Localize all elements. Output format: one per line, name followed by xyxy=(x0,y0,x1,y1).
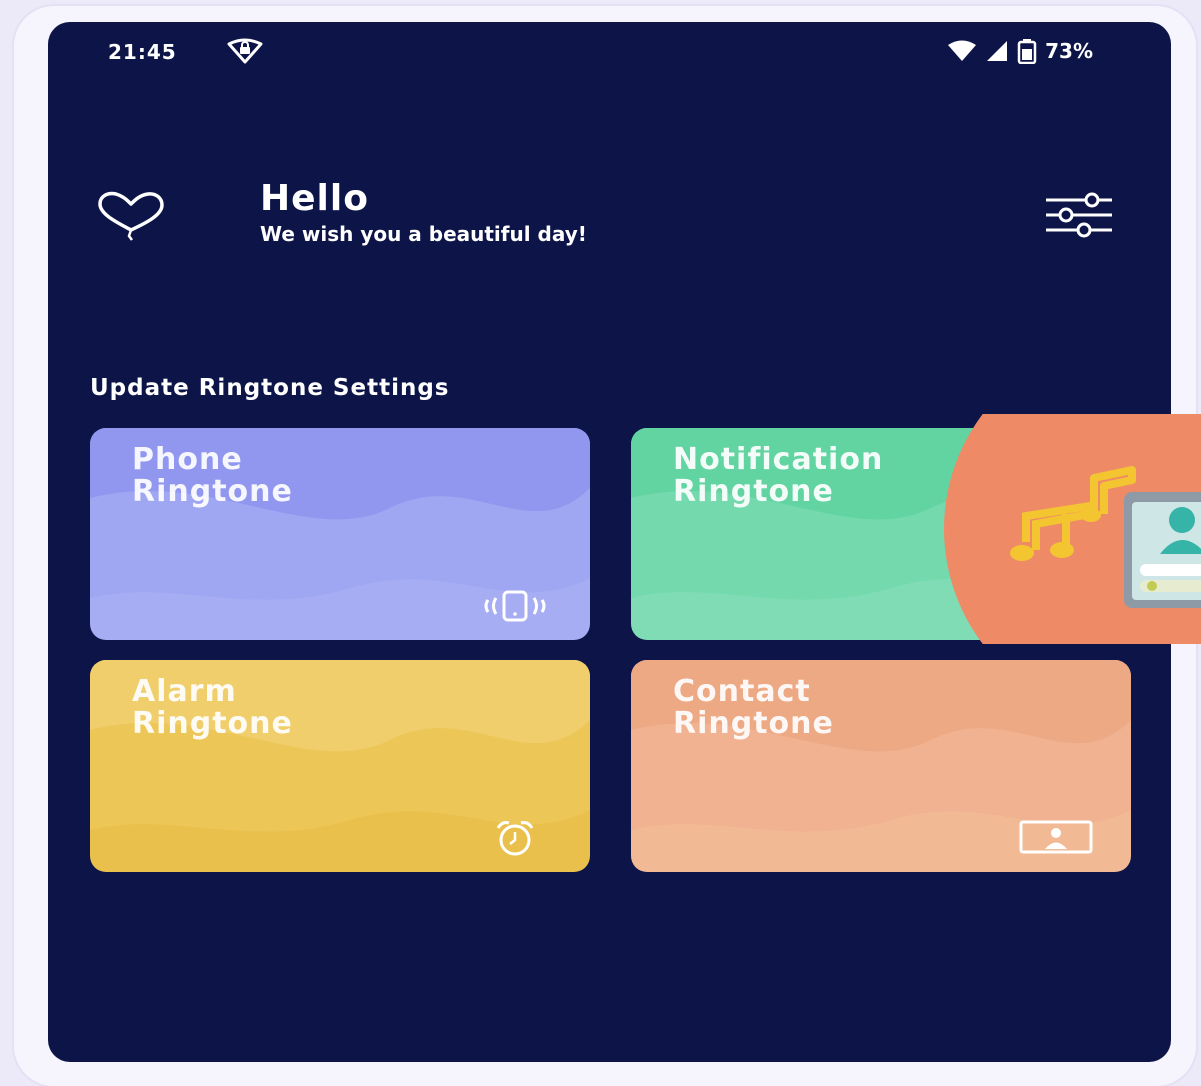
card-title-line2: Ringtone xyxy=(673,474,834,509)
heart-balloon-icon xyxy=(98,191,164,241)
app-logo-icon xyxy=(944,414,1201,644)
filter-settings-icon[interactable] xyxy=(1044,192,1114,238)
greeting-title: Hello xyxy=(260,178,369,219)
phone-device-icon xyxy=(1124,492,1201,608)
status-bar: 21:45 73% xyxy=(48,22,1171,82)
card-title-line2: Ringtone xyxy=(132,474,293,509)
card-title-line1: Notification xyxy=(673,442,884,477)
vpn-icon xyxy=(227,38,263,64)
card-title: Phone Ringtone xyxy=(132,444,293,508)
alarm-clock-icon xyxy=(496,821,534,856)
wifi-icon xyxy=(948,40,977,61)
contact-ringtone-card[interactable]: Contact Ringtone xyxy=(631,660,1131,872)
battery-icon xyxy=(1017,39,1037,64)
battery-percent: 73% xyxy=(1045,39,1093,63)
card-title-line2: Ringtone xyxy=(673,706,834,741)
greeting-subtitle: We wish you a beautiful day! xyxy=(260,222,587,246)
card-title-line1: Alarm xyxy=(132,674,237,709)
card-title-line1: Phone xyxy=(132,442,243,477)
alarm-ringtone-card[interactable]: Alarm Ringtone xyxy=(90,660,590,872)
card-title: Alarm Ringtone xyxy=(132,676,293,740)
phone-ringtone-card[interactable]: Phone Ringtone xyxy=(90,428,590,640)
card-title: Contact Ringtone xyxy=(673,676,834,740)
card-title: Notification Ringtone xyxy=(673,444,883,508)
section-title: Update Ringtone Settings xyxy=(90,375,450,401)
card-title-line1: Contact xyxy=(673,674,811,709)
signal-icon xyxy=(987,41,1008,61)
greeting-header: Hello We wish you a beautiful day! xyxy=(96,172,1126,262)
status-icons: 73% xyxy=(947,36,1093,66)
card-title-line2: Ringtone xyxy=(132,706,293,741)
phone-vibrate-icon xyxy=(484,590,546,622)
status-time: 21:45 xyxy=(108,40,177,64)
contact-card-icon xyxy=(1019,820,1093,854)
